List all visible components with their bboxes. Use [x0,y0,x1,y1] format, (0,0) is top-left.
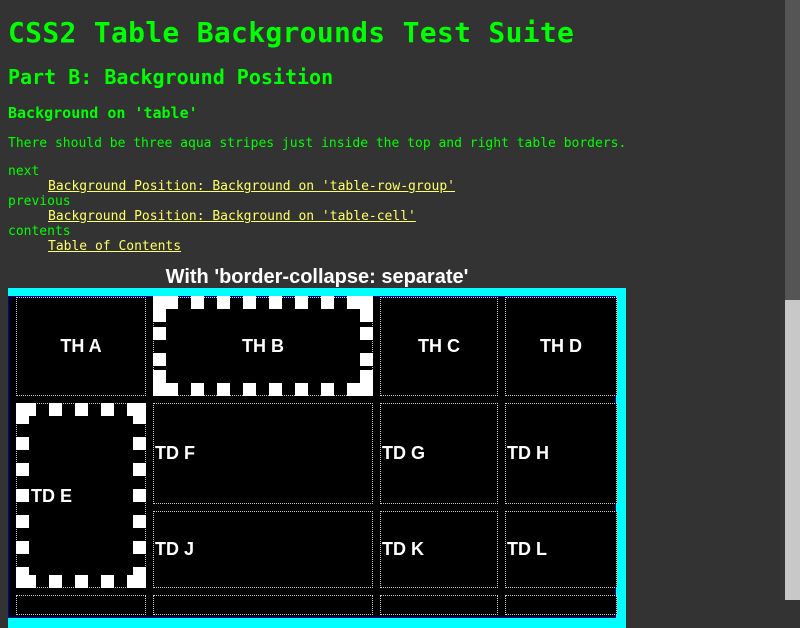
border-dot [217,383,230,396]
border-dot [360,370,373,383]
table-cell-e-label: TD E [31,486,73,506]
test-description: There should be three aqua stripes just … [8,136,627,151]
border-dot [153,353,166,366]
border-dot [165,383,178,396]
border-dot [153,327,166,340]
border-dot [16,489,29,502]
nav-link-contents[interactable]: Table of Contents [48,239,455,254]
border-dot [133,463,146,476]
border-dot [360,353,373,366]
table-header-d: TH D [505,297,617,396]
border-dot [217,296,230,309]
border-dot [347,296,360,309]
border-dot [49,575,62,588]
table-header-b: TH B [153,297,373,396]
table-cell-partial-4 [505,595,617,615]
border-dot [101,575,114,588]
navigation-list: next Background Position: Background on … [8,164,455,254]
page: { "headings": { "main": "CSS2 Table Back… [0,0,800,628]
table-cell-k: TD K [380,511,498,588]
border-dot [49,403,62,416]
scrollbar-thumb[interactable] [785,0,800,300]
border-dot [16,541,29,554]
table-header-c: TH C [380,297,498,396]
border-dot [360,296,373,309]
table-cell-j: TD J [153,511,373,588]
border-dot [191,383,204,396]
border-dot [295,296,308,309]
border-dot [269,296,282,309]
border-dot [133,411,146,424]
border-dot [243,383,256,396]
table-caption: With 'border-collapse: separate' [165,266,469,288]
table-cell-g: TD G [380,403,498,504]
border-dot [153,370,166,383]
border-dot [133,515,146,528]
border-dot [16,437,29,450]
nav-link-previous[interactable]: Background Position: Background on 'tabl… [48,209,455,224]
border-dot [321,383,334,396]
border-dot [360,309,373,322]
border-dot [360,383,373,396]
border-dot [191,296,204,309]
border-dot [16,463,29,476]
nav-term-next: next [8,164,40,179]
page-title: CSS2 Table Backgrounds Test Suite [8,16,575,49]
border-dot [321,296,334,309]
border-dot [347,383,360,396]
border-dot [16,567,29,580]
table-cell-h: TD H [505,403,617,504]
part-heading: Part B: Background Position [8,65,334,89]
border-dot [16,515,29,528]
table-cell-partial-1 [16,595,146,615]
table-cell-f: TD F [153,403,373,504]
nav-term-previous: previous [8,194,71,209]
border-dot [133,541,146,554]
border-dot [16,411,29,424]
table-cell-e: TD E [16,403,146,588]
border-dot [133,437,146,450]
border-dot [75,575,88,588]
nav-term-contents: contents [8,224,71,239]
border-dot [243,296,256,309]
section-heading: Background on 'table' [8,104,198,122]
border-dot [165,296,178,309]
border-dot [295,383,308,396]
vertical-scrollbar[interactable] [785,0,800,600]
border-dot [360,327,373,340]
border-dot [133,489,146,502]
nav-link-next[interactable]: Background Position: Background on 'tabl… [48,179,455,194]
border-dot [269,383,282,396]
border-dot [133,567,146,580]
border-dot [153,309,166,322]
table-cell-l: TD L [505,511,617,588]
table-cell-partial-3 [380,595,498,615]
table-cell-partial-2 [153,595,373,615]
border-dot [75,403,88,416]
table-header-a: TH A [16,297,146,396]
border-dot [101,403,114,416]
